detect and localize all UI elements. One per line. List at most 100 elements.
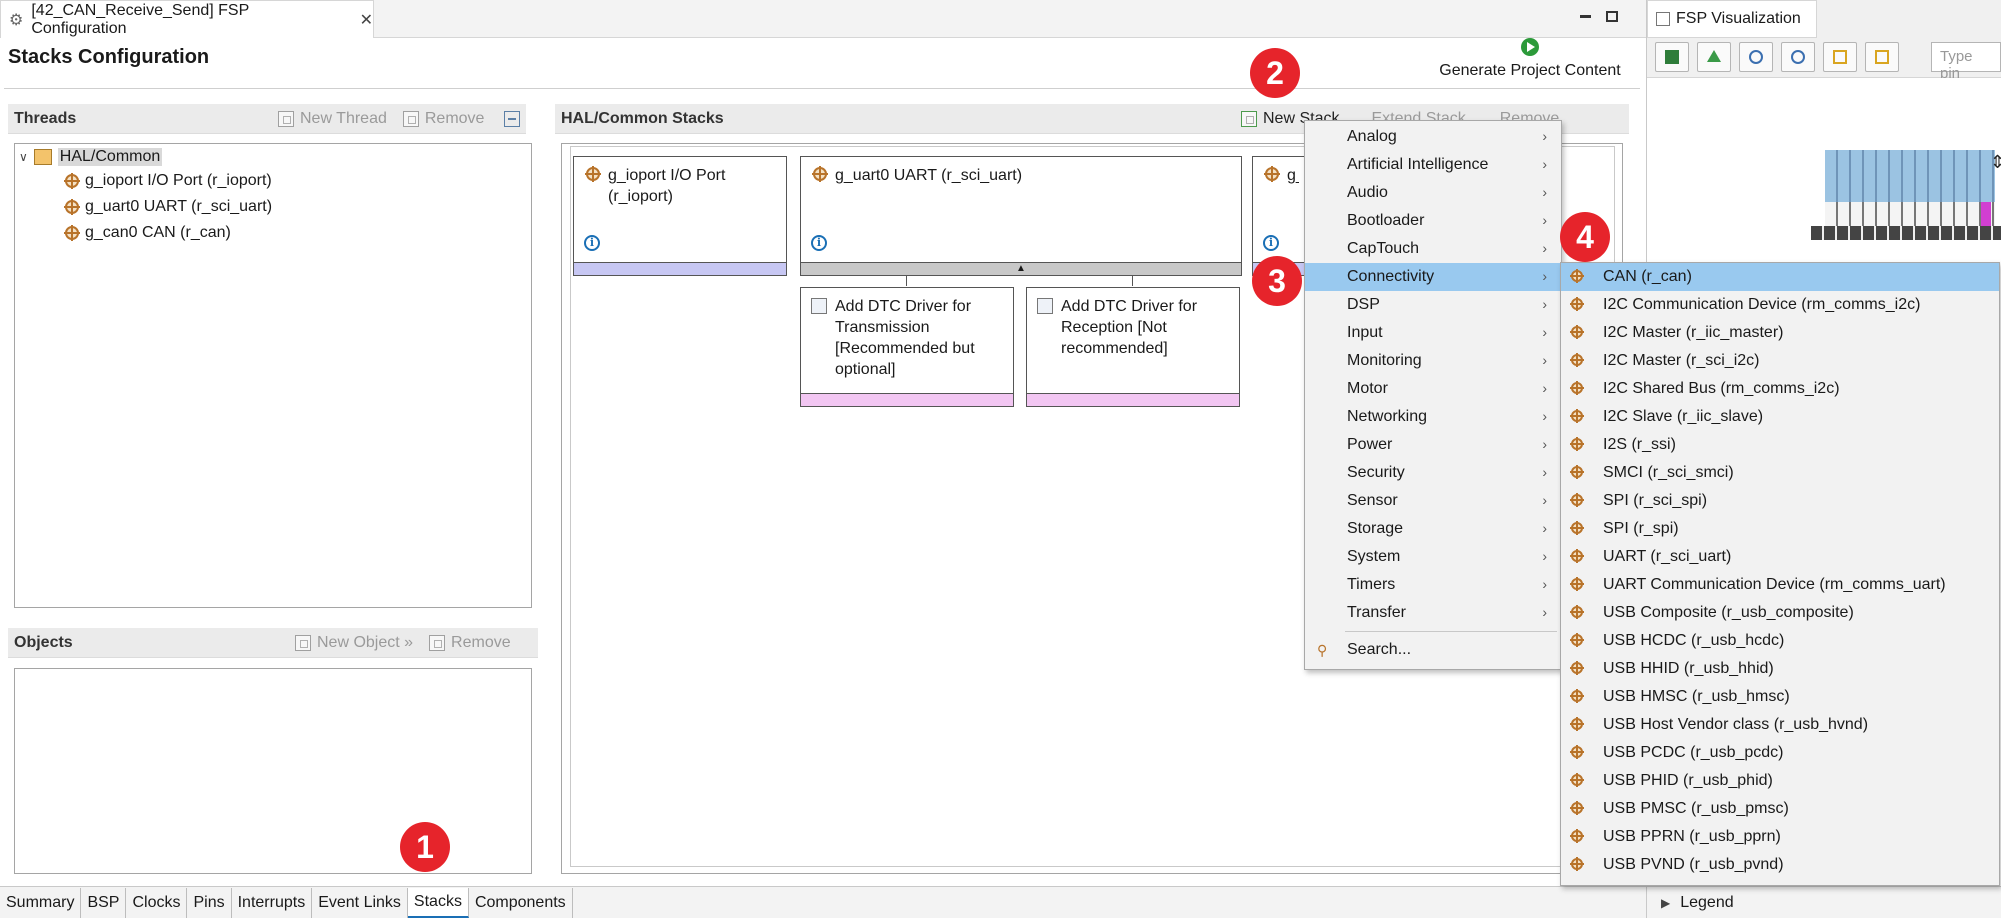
menu-item-bootloader[interactable]: Bootloader › — [1305, 207, 1561, 235]
objects-box — [14, 668, 532, 874]
tab-components[interactable]: Components — [469, 887, 573, 918]
menu-item-security[interactable]: Security › — [1305, 459, 1561, 487]
tree-item[interactable]: g_can0 CAN (r_can) — [64, 222, 231, 244]
submenu-item[interactable]: I2S (r_ssi) — [1561, 431, 1999, 459]
menu-item-timers[interactable]: Timers › — [1305, 571, 1561, 599]
submenu-item[interactable]: USB HCDC (r_usb_hcdc) — [1561, 627, 1999, 655]
dtc-tx-module[interactable]: Add DTC Driver for Transmission [Recomme… — [800, 287, 1014, 407]
menu-item-dsp[interactable]: DSP › — [1305, 291, 1561, 319]
info-icon[interactable]: i — [811, 235, 827, 251]
submenu-item[interactable]: USB HMSC (r_usb_hmsc) — [1561, 683, 1999, 711]
info-icon[interactable]: i — [1263, 235, 1279, 251]
dtc-rx-module[interactable]: Add DTC Driver for Reception [Not recomm… — [1026, 287, 1240, 407]
menu-item-audio[interactable]: Audio › — [1305, 179, 1561, 207]
menu-item-networking[interactable]: Networking › — [1305, 403, 1561, 431]
module-ioport[interactable]: g_ioport I/O Port (r_ioport) i — [573, 156, 787, 276]
menu-item-storage[interactable]: Storage › — [1305, 515, 1561, 543]
menu-item-connectivity[interactable]: Connectivity › — [1305, 263, 1561, 291]
component-icon — [1570, 521, 1584, 535]
menu-item-motor[interactable]: Motor › — [1305, 375, 1561, 403]
viz-tab[interactable]: FSP Visualization — [1647, 0, 1817, 38]
menu-item-sensor[interactable]: Sensor › — [1305, 487, 1561, 515]
tree-root[interactable]: ∨ HAL/Common — [19, 146, 163, 168]
submenu-item[interactable]: I2C Slave (r_iic_slave) — [1561, 403, 1999, 431]
submenu-item[interactable]: USB PHID (r_usb_phid) — [1561, 767, 1999, 795]
menu-item-analog[interactable]: Analog › — [1305, 123, 1561, 151]
submenu-item[interactable]: USB HHID (r_usb_hhid) — [1561, 655, 1999, 683]
component-icon — [1570, 633, 1584, 647]
module-collapse-bar[interactable]: ▲ — [801, 262, 1241, 275]
scroll-arrow[interactable]: ⇕ — [1990, 152, 2001, 173]
tree-item[interactable]: g_uart0 UART (r_sci_uart) — [64, 196, 272, 218]
viz-tab-title: FSP Visualization — [1676, 10, 1801, 27]
zoom-out-icon[interactable] — [1781, 42, 1815, 72]
generate-project-content-button[interactable]: Generate Project Content — [1420, 36, 1640, 86]
menu-item-monitoring[interactable]: Monitoring › — [1305, 347, 1561, 375]
minimize-icon[interactable] — [1578, 9, 1594, 25]
remove-object-button[interactable]: Remove — [451, 634, 511, 652]
menu-item-label: Artificial Intelligence — [1347, 156, 1489, 173]
chip-pins — [1825, 150, 1995, 202]
submenu-item[interactable]: SPI (r_sci_spi) — [1561, 487, 1999, 515]
new-thread-button[interactable]: New Thread — [300, 110, 387, 128]
tab-stacks[interactable]: Stacks — [407, 887, 469, 918]
submenu-item[interactable]: SPI (r_spi) — [1561, 515, 1999, 543]
module-uart[interactable]: g_uart0 UART (r_sci_uart) i ▲ — [800, 156, 1242, 276]
submenu-item[interactable]: UART Communication Device (rm_comms_uart… — [1561, 571, 1999, 599]
pin-search-input[interactable]: Type pin — [1931, 42, 2001, 82]
tab-event-links[interactable]: Event Links — [312, 887, 408, 918]
editor-tab[interactable]: ⚙ [42_CAN_Receive_Send] FSP Configuratio… — [0, 0, 374, 38]
chip-view-button[interactable] — [1655, 42, 1689, 72]
component-icon — [1264, 166, 1280, 182]
maximize-icon[interactable] — [1604, 9, 1620, 25]
new-object-button[interactable]: New Object » — [317, 634, 413, 652]
submenu-item-label: SMCI (r_sci_smci) — [1603, 464, 1734, 481]
submenu-item-can[interactable]: CAN (r_can) — [1561, 263, 1999, 291]
menu-item-captouch[interactable]: CapTouch › — [1305, 235, 1561, 263]
menu-item-input[interactable]: Input › — [1305, 319, 1561, 347]
submenu-item-label: UART (r_sci_uart) — [1603, 548, 1732, 565]
tab-pins[interactable]: Pins — [187, 887, 232, 918]
submenu-item[interactable]: I2C Communication Device (rm_comms_i2c) — [1561, 291, 1999, 319]
submenu-item[interactable]: I2C Master (r_iic_master) — [1561, 319, 1999, 347]
tab-clocks[interactable]: Clocks — [126, 887, 188, 918]
chevron-right-icon: › — [1542, 408, 1547, 424]
tab-summary[interactable]: Summary — [0, 887, 82, 918]
submenu-item[interactable]: USB Composite (r_usb_composite) — [1561, 599, 1999, 627]
submenu-item[interactable]: USB PVND (r_usb_pvnd) — [1561, 851, 1999, 879]
submenu-item[interactable]: USB PMSC (r_usb_pmsc) — [1561, 795, 1999, 823]
tab-bsp[interactable]: BSP — [81, 887, 127, 918]
menu-item-search[interactable]: ⚲ Search... — [1305, 636, 1561, 664]
chevron-right-icon: › — [1542, 520, 1547, 536]
submenu-item[interactable]: I2C Shared Bus (rm_comms_i2c) — [1561, 375, 1999, 403]
chevron-right-icon: › — [1542, 240, 1547, 256]
import-icon[interactable] — [1865, 42, 1899, 72]
info-icon[interactable]: i — [584, 235, 600, 251]
submenu-item[interactable]: SMCI (r_sci_smci) — [1561, 459, 1999, 487]
zoom-in-icon[interactable] — [1739, 42, 1773, 72]
menu-item-transfer[interactable]: Transfer › — [1305, 599, 1561, 627]
submenu-item[interactable]: I2C Master (r_sci_i2c) — [1561, 347, 1999, 375]
submenu-item-label: I2C Shared Bus (rm_comms_i2c) — [1603, 380, 1840, 397]
mountain-icon[interactable] — [1697, 42, 1731, 72]
tree-item[interactable]: g_ioport I/O Port (r_ioport) — [64, 170, 272, 192]
submenu-item[interactable]: USB PCDC (r_usb_pcdc) — [1561, 739, 1999, 767]
submenu-item[interactable]: UART (r_sci_uart) — [1561, 543, 1999, 571]
close-icon[interactable]: ✕ — [360, 10, 373, 30]
remove-thread-button[interactable]: Remove — [425, 110, 485, 128]
chevron-right-icon: › — [1542, 324, 1547, 340]
legend-toggle[interactable]: ▶ Legend — [1647, 886, 2001, 918]
collapse-icon[interactable] — [504, 111, 521, 127]
menu-item-artificial-intelligence[interactable]: Artificial Intelligence › — [1305, 151, 1561, 179]
tab-interrupts[interactable]: Interrupts — [232, 887, 313, 918]
submenu-item[interactable]: USB PPRN (r_usb_pprn) — [1561, 823, 1999, 851]
chevron-down-icon[interactable]: ∨ — [19, 150, 28, 164]
component-icon — [64, 173, 80, 189]
menu-item-system[interactable]: System › — [1305, 543, 1561, 571]
export-icon[interactable] — [1823, 42, 1857, 72]
submenu-item[interactable]: USB Host Vendor class (r_usb_hvnd) — [1561, 711, 1999, 739]
chevron-right-icon: ▶ — [1661, 895, 1671, 910]
submenu-item-label: USB HHID (r_usb_hhid) — [1603, 660, 1774, 677]
play-icon — [1521, 38, 1539, 56]
menu-item-power[interactable]: Power › — [1305, 431, 1561, 459]
